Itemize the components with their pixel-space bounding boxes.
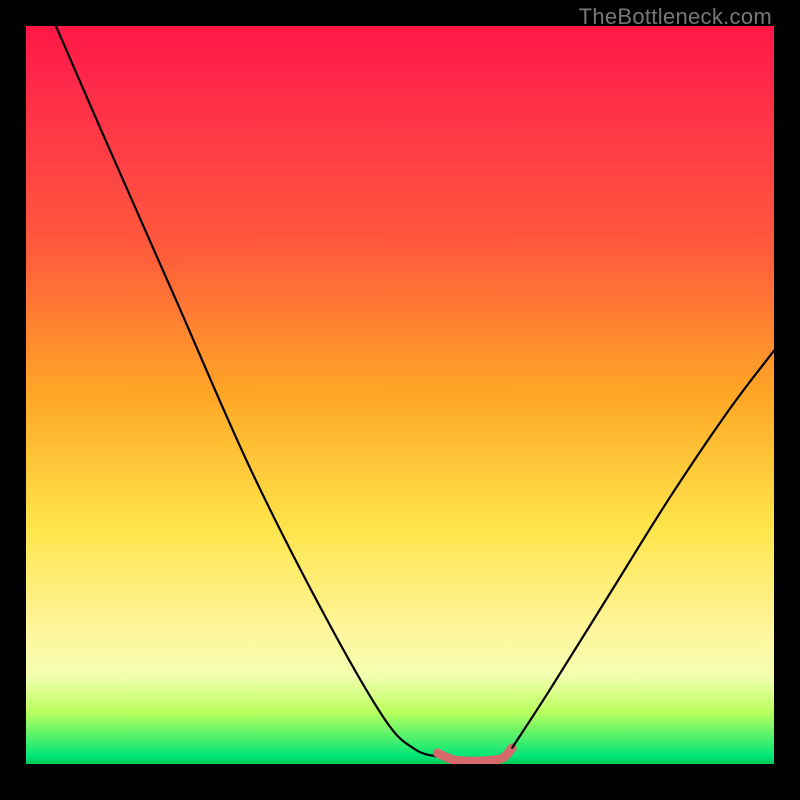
notch-segment-path: [437, 748, 512, 761]
watermark-text: TheBottleneck.com: [579, 4, 772, 30]
curve-right-path: [512, 351, 774, 748]
chart-frame: TheBottleneck.com: [0, 0, 800, 800]
chart-plot-area: [26, 26, 774, 764]
chart-curves-svg: [26, 26, 774, 764]
curve-left-path: [56, 26, 437, 757]
